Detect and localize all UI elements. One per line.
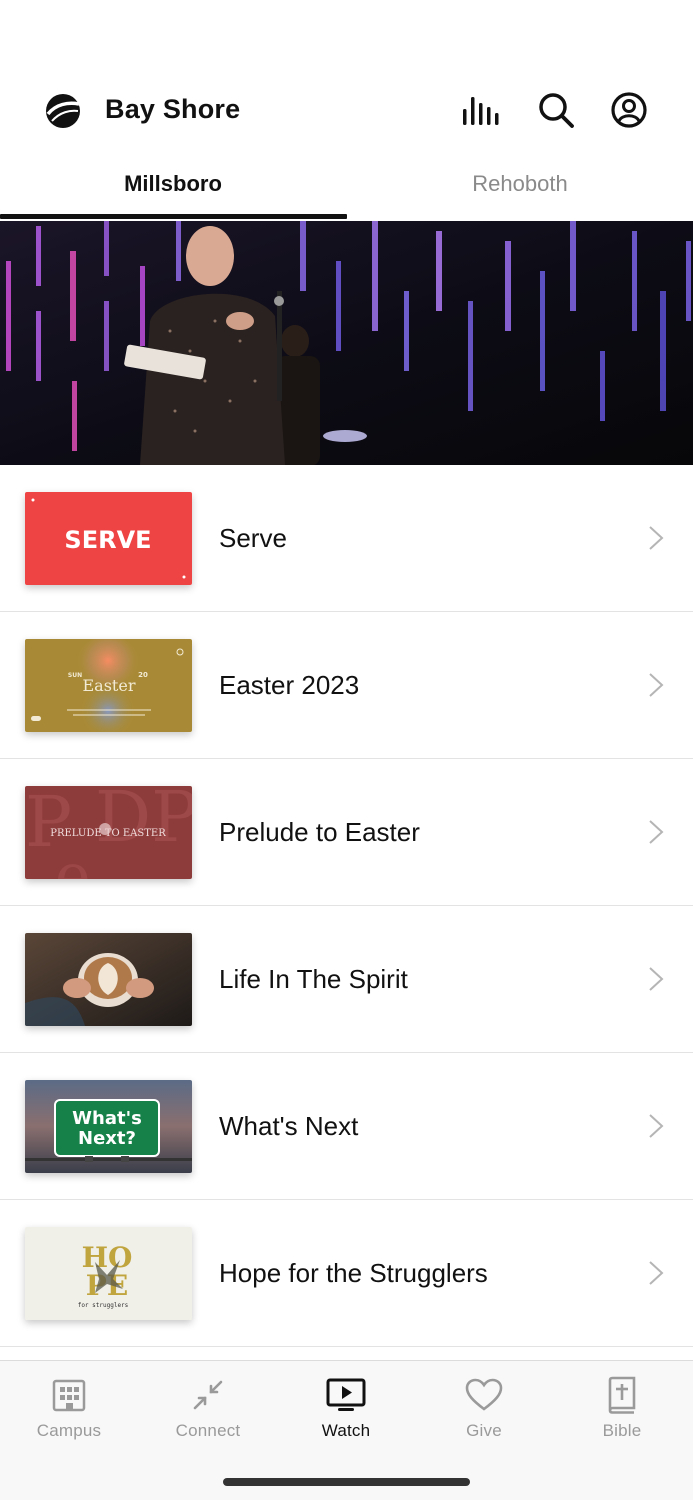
audio-bars-icon[interactable] xyxy=(461,90,501,130)
tab-rehoboth[interactable]: Rehoboth xyxy=(347,156,693,221)
list-item[interactable]: SERVE Serve xyxy=(0,465,693,612)
chevron-right-icon xyxy=(649,526,664,550)
series-title: Easter 2023 xyxy=(219,670,360,700)
tab-label: Bible xyxy=(602,1421,642,1440)
tab-label: Give xyxy=(466,1421,502,1440)
series-thumbnail: Easter SUN 20 xyxy=(25,639,192,732)
tab-watch[interactable]: Watch xyxy=(277,1375,415,1455)
tv-play-icon xyxy=(326,1375,366,1415)
church-logo-icon xyxy=(44,92,82,130)
chevron-right-icon xyxy=(649,1261,664,1285)
series-thumbnail: HO PE for strugglers xyxy=(25,1227,192,1320)
series-list: SERVE Serve Easter SUN 20 Easter 2023 P … xyxy=(0,465,693,1347)
chevron-right-icon xyxy=(649,1114,664,1138)
tab-millsboro[interactable]: Millsboro xyxy=(0,156,346,221)
tab-connect[interactable]: Connect xyxy=(139,1375,277,1455)
thumb-text: PE xyxy=(86,1269,128,1302)
list-item[interactable]: HO PE for strugglers Hope for the Strugg… xyxy=(0,1200,693,1347)
list-item[interactable]: What's Next? What's Next xyxy=(0,1053,693,1200)
list-item[interactable]: Life In The Spirit xyxy=(0,906,693,1053)
chevron-right-icon xyxy=(649,673,664,697)
series-title: Prelude to Easter xyxy=(219,817,420,847)
campus-tabs: Millsboro Rehoboth xyxy=(0,156,693,221)
list-item[interactable]: Easter SUN 20 Easter 2023 xyxy=(0,612,693,759)
thumb-text: What's xyxy=(72,1108,142,1129)
series-title: Hope for the Strugglers xyxy=(219,1258,488,1288)
tab-label: Watch xyxy=(321,1421,371,1440)
bottom-tab-bar: Campus Connect Watch Give Bible xyxy=(0,1360,693,1500)
tab-label: Connect xyxy=(175,1421,241,1440)
hero-image[interactable] xyxy=(0,221,693,465)
active-tab-indicator xyxy=(0,214,347,219)
thumb-date: 20 xyxy=(138,671,148,679)
thumb-text: SERVE xyxy=(64,526,151,554)
thumb-day: SUN xyxy=(68,672,82,679)
heart-icon xyxy=(464,1375,504,1415)
thumb-text: Easter xyxy=(83,676,136,695)
svg-text:DP: DP xyxy=(95,786,192,858)
series-thumbnail xyxy=(25,933,192,1026)
series-thumbnail: P DP e PRELUDE TO EASTER xyxy=(25,786,192,879)
search-icon[interactable] xyxy=(536,90,576,130)
svg-text:e: e xyxy=(55,841,91,879)
series-thumbnail: SERVE xyxy=(25,492,192,585)
bible-icon xyxy=(602,1375,642,1415)
home-indicator[interactable] xyxy=(223,1478,470,1486)
brand-name: Bay Shore xyxy=(105,94,241,124)
series-thumbnail: What's Next? xyxy=(25,1080,192,1173)
series-title: Serve xyxy=(219,523,287,553)
tab-label: Campus xyxy=(36,1421,102,1440)
tab-campus[interactable]: Campus xyxy=(0,1375,138,1455)
tab-bible[interactable]: Bible xyxy=(553,1375,691,1455)
building-icon xyxy=(49,1375,89,1415)
chevron-right-icon xyxy=(649,820,664,844)
connect-arrows-icon xyxy=(188,1375,228,1415)
series-title: What's Next xyxy=(219,1111,359,1141)
list-item[interactable]: P DP e PRELUDE TO EASTER Prelude to East… xyxy=(0,759,693,906)
series-title: Life In The Spirit xyxy=(219,964,408,994)
tab-give[interactable]: Give xyxy=(415,1375,553,1455)
thumb-text: for strugglers xyxy=(78,1302,129,1309)
app-header: Bay Shore xyxy=(0,80,693,142)
thumb-text: Next? xyxy=(78,1128,136,1149)
profile-icon[interactable] xyxy=(609,90,649,130)
chevron-right-icon xyxy=(649,967,664,991)
